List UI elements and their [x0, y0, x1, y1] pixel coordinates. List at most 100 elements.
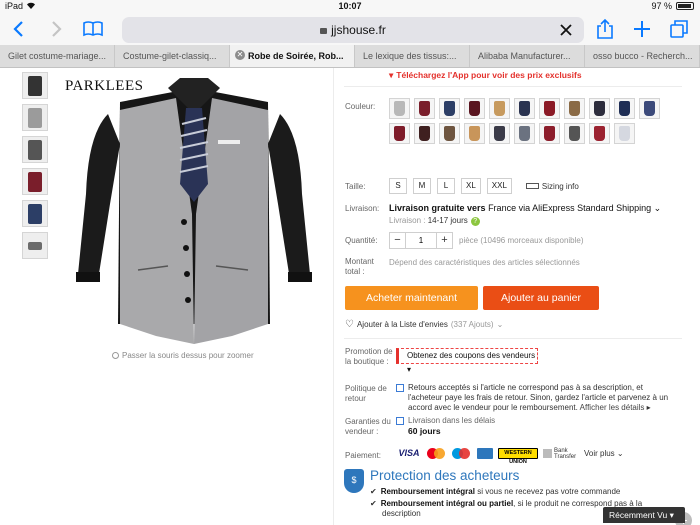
sizing-info-text: Sizing info	[541, 181, 579, 191]
size-option[interactable]: XXL	[486, 178, 512, 194]
vest-thumbnail	[469, 101, 480, 116]
color-swatch[interactable]	[564, 123, 585, 144]
delivery-label: Livraison :	[389, 216, 426, 225]
help-icon[interactable]: ?	[470, 217, 480, 226]
app-promo[interactable]: ▾ Téléchargez l'App pour voir des prix ex…	[389, 70, 582, 81]
payment-more-link[interactable]: Voir plus ⌄	[584, 449, 624, 458]
color-swatch[interactable]	[414, 123, 435, 144]
thumbnail[interactable]	[22, 72, 48, 99]
chevron-down-icon: ⌄	[653, 203, 662, 213]
tab-costume[interactable]: Costume-gilet-classiq...	[115, 45, 230, 67]
size-option[interactable]: S	[389, 178, 407, 194]
thumbnail[interactable]	[22, 136, 48, 163]
quantity-stepper: − 1 + pièce (10496 morceaux disponible)	[389, 232, 584, 249]
color-swatches	[389, 98, 669, 144]
add-to-cart-button[interactable]: Ajouter au panier	[483, 286, 599, 310]
color-swatch[interactable]	[439, 98, 460, 119]
shield-icon: $	[344, 469, 364, 493]
sizing-info-link[interactable]: Sizing info	[525, 181, 579, 191]
bookmarks-icon[interactable]	[82, 18, 104, 40]
quantity-label: Quantité:	[345, 236, 378, 245]
forward-icon[interactable]	[45, 18, 67, 40]
shipping-free-text: Livraison gratuite vers	[389, 203, 486, 213]
visa-logo: VISA	[396, 448, 422, 459]
color-swatch[interactable]	[589, 123, 610, 144]
thumbnail[interactable]	[22, 232, 48, 259]
tab-gilet[interactable]: Gilet costume-mariage...	[0, 45, 115, 67]
vest-thumbnail	[594, 126, 605, 141]
size-option[interactable]: M	[413, 178, 431, 194]
thumbnail[interactable]	[22, 104, 48, 131]
color-swatch[interactable]	[564, 98, 585, 119]
shipping-method[interactable]: Livraison gratuite vers France via AliEx…	[389, 203, 661, 214]
delivery-time: Livraison : 14-17 jours?	[389, 216, 480, 226]
vest-thumbnail	[519, 101, 530, 116]
shipping-destination: France via AliExpress Standard Shipping	[488, 203, 652, 213]
size-option[interactable]: L	[437, 178, 455, 194]
wishlist-link[interactable]: ♡ Ajouter à la Liste d'envies (337 Ajouts…	[345, 319, 503, 330]
product-image[interactable]	[58, 74, 330, 356]
color-swatch[interactable]	[614, 123, 635, 144]
color-swatch[interactable]	[464, 123, 485, 144]
chevron-down-icon: ⌄	[496, 320, 504, 329]
thumbnail[interactable]	[22, 168, 48, 195]
address-bar[interactable]: jjshouse.fr	[122, 17, 584, 43]
vest-thumbnail	[494, 126, 505, 141]
color-swatch[interactable]	[464, 98, 485, 119]
share-icon[interactable]	[594, 18, 616, 40]
decrease-button[interactable]: −	[389, 232, 406, 249]
protection-item-bold: Remboursement intégral ou partiel	[380, 499, 514, 508]
clear-url-icon[interactable]	[558, 20, 574, 44]
vest-thumbnail	[419, 126, 430, 141]
status-bar: iPad 10:07 97 %	[0, 0, 700, 14]
color-swatch[interactable]	[439, 123, 460, 144]
vest-thumbnail	[644, 101, 655, 116]
thumbnail[interactable]	[22, 200, 48, 227]
chevron-down-icon: ⌄	[616, 449, 624, 458]
recently-viewed-button[interactable]: Récemment Vu ▾	[603, 507, 685, 523]
app-promo-text: Téléchargez l'App pour voir des prix exc…	[396, 70, 582, 80]
buy-now-button[interactable]: Acheter maintenant	[345, 286, 478, 310]
close-tab-icon[interactable]: ✕	[235, 50, 245, 60]
divider	[344, 86, 682, 87]
color-swatch[interactable]	[514, 123, 535, 144]
quantity-input[interactable]: 1	[406, 232, 436, 249]
zoom-hint-text: Passer la souris dessus pour zoomer	[122, 351, 254, 360]
size-options: S M L XL XXL Sizing info	[389, 178, 579, 194]
color-swatch[interactable]	[614, 98, 635, 119]
color-swatch[interactable]	[539, 123, 560, 144]
thumbnail-list	[22, 72, 48, 264]
color-swatch[interactable]	[514, 98, 535, 119]
return-details-link[interactable]: Afficher les détails	[580, 403, 645, 412]
color-swatch[interactable]	[489, 98, 510, 119]
tab-osso-bucco[interactable]: osso bucco - Recherch...	[585, 45, 700, 67]
vest-thumbnail	[619, 101, 630, 116]
battery-icon	[676, 2, 694, 10]
shield-check-icon	[396, 417, 404, 425]
protection-item-text: si vous ne recevez pas votre commande	[477, 487, 621, 496]
vest-thumbnail	[419, 101, 430, 116]
tabs-overview-icon[interactable]	[668, 18, 690, 40]
color-swatch[interactable]	[389, 98, 410, 119]
tab-robe[interactable]: ✕ Robe de Soirée, Rob...	[230, 45, 355, 67]
url-text: jjshouse.fr	[331, 23, 386, 37]
protection-item: ✔ Remboursement intégral ou partiel, si l…	[370, 499, 642, 508]
increase-button[interactable]: +	[436, 232, 453, 249]
color-swatch[interactable]	[639, 98, 660, 119]
size-option[interactable]: XL	[461, 178, 481, 194]
product-details: ▾ Téléchargez l'App pour voir des prix ex…	[333, 68, 700, 525]
coupon-button[interactable]: Obtenez des coupons des vendeurs ▾	[396, 348, 538, 374]
tab-lexique[interactable]: Le lexique des tissus:...	[355, 45, 470, 67]
check-icon: ✔	[370, 487, 377, 496]
tab-alibaba[interactable]: Alibaba Manufacturer...	[470, 45, 585, 67]
color-swatch[interactable]	[489, 123, 510, 144]
new-tab-icon[interactable]	[631, 18, 653, 40]
back-icon[interactable]	[8, 18, 30, 40]
browser-toolbar: jjshouse.fr	[0, 14, 700, 45]
color-swatch[interactable]	[414, 98, 435, 119]
promo-label: Promotion de la boutique :	[345, 347, 393, 366]
bank-transfer-text: Bank Transfer	[554, 447, 577, 460]
color-swatch[interactable]	[589, 98, 610, 119]
color-swatch[interactable]	[539, 98, 560, 119]
color-swatch[interactable]	[389, 123, 410, 144]
